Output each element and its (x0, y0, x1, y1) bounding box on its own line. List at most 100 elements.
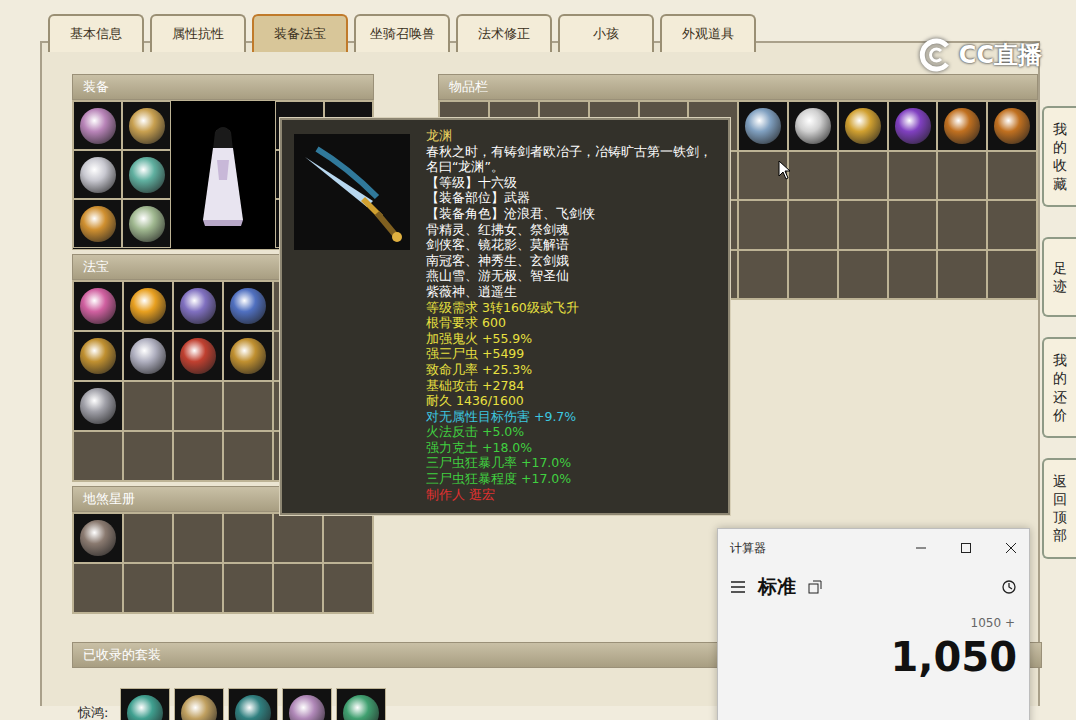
equip-slot[interactable] (122, 199, 171, 248)
inventory-slot[interactable] (987, 151, 1037, 201)
tab[interactable]: 外观道具 (660, 14, 756, 52)
sidebar-button[interactable]: 我的还价 (1042, 337, 1076, 438)
disha-slot[interactable] (173, 563, 223, 613)
equip-slot[interactable] (122, 101, 171, 150)
inventory-slot[interactable] (738, 250, 788, 300)
fabao-slot[interactable] (223, 331, 273, 381)
inventory-slot[interactable] (987, 250, 1037, 300)
equip-slot[interactable] (122, 150, 171, 199)
item-icon (80, 108, 116, 144)
inventory-slot[interactable] (888, 250, 938, 300)
inventory-slot[interactable] (788, 250, 838, 300)
logo: CC直播 (917, 38, 1042, 72)
fabao-slot[interactable] (73, 281, 123, 331)
inventory-slot[interactable] (987, 101, 1037, 151)
tab-bar: 基本信息属性抗性装备法宝坐骑召唤兽法术修正小孩外观道具 (0, 0, 1076, 41)
tooltip-line: 致命几率 +25.3% (426, 362, 712, 378)
fabao-slot[interactable] (73, 331, 123, 381)
sidebar-button[interactable]: 我的收藏 (1042, 106, 1076, 207)
disha-slot[interactable] (173, 513, 223, 563)
inventory-slot[interactable] (838, 200, 888, 250)
disha-slot[interactable] (273, 513, 323, 563)
inventory-slot[interactable] (738, 151, 788, 201)
inventory-slot[interactable] (987, 200, 1037, 250)
inventory-slot[interactable] (937, 250, 987, 300)
minimize-icon[interactable] (915, 542, 927, 554)
inventory-slot[interactable] (738, 101, 788, 151)
item-icon (129, 108, 165, 144)
inventory-slot[interactable] (788, 200, 838, 250)
tooltip-line: 春秋之时，有铸剑者欧冶子，冶铸旷古第一铁剑， (426, 144, 712, 160)
item-icon (289, 695, 325, 720)
item-icon (181, 695, 217, 720)
item-icon (895, 108, 931, 144)
item-icon (795, 108, 831, 144)
inventory-slot[interactable] (788, 101, 838, 151)
suit-item[interactable] (336, 688, 386, 720)
tooltip-line: 骨精灵、红拂女、祭剑魂 (426, 222, 712, 238)
tab[interactable]: 法术修正 (456, 14, 552, 52)
suit-item[interactable] (228, 688, 278, 720)
fabao-slot[interactable] (123, 381, 173, 431)
tab[interactable]: 属性抗性 (150, 14, 246, 52)
disha-slot[interactable] (73, 563, 123, 613)
calculator-window: 计算器 标准 1050 + 1,050 (717, 528, 1030, 720)
tab[interactable]: 小孩 (558, 14, 654, 52)
disha-slot[interactable] (323, 563, 373, 613)
disha-slot[interactable] (123, 563, 173, 613)
maximize-icon[interactable] (960, 542, 972, 554)
tooltip-line: 南冠客、神秀生、玄剑娥 (426, 253, 712, 269)
tab[interactable]: 坐骑召唤兽 (354, 14, 450, 52)
inventory-slot[interactable] (937, 151, 987, 201)
tab[interactable]: 装备法宝 (252, 14, 348, 52)
fabao-slot[interactable] (223, 431, 273, 481)
sidebar-button[interactable]: 返回顶部 (1042, 458, 1076, 559)
disha-slot[interactable] (223, 563, 273, 613)
tooltip-line: 【装备部位】武器 (426, 190, 712, 206)
fabao-slot[interactable] (223, 281, 273, 331)
item-icon (745, 108, 781, 144)
suit-item[interactable] (174, 688, 224, 720)
tab[interactable]: 基本信息 (48, 14, 144, 52)
inventory-slot[interactable] (888, 101, 938, 151)
disha-slot[interactable] (223, 513, 273, 563)
inventory-slot[interactable] (838, 151, 888, 201)
fabao-slot[interactable] (73, 381, 123, 431)
disha-slot[interactable] (323, 513, 373, 563)
fabao-slot[interactable] (173, 381, 223, 431)
fabao-slot[interactable] (173, 431, 223, 481)
fabao-slot[interactable] (223, 381, 273, 431)
inventory-slot[interactable] (788, 151, 838, 201)
suit-item[interactable] (120, 688, 170, 720)
tooltip-line: 基础攻击 +2784 (426, 378, 712, 394)
equip-slot[interactable] (73, 199, 122, 248)
menu-icon[interactable] (730, 580, 746, 594)
inventory-slot[interactable] (937, 101, 987, 151)
equip-slot[interactable] (73, 150, 122, 199)
fabao-slot[interactable] (173, 331, 223, 381)
inventory-slot[interactable] (888, 200, 938, 250)
sidebar-button[interactable]: 足迹 (1042, 237, 1076, 317)
suit-item[interactable] (282, 688, 332, 720)
inventory-slot[interactable] (838, 250, 888, 300)
fabao-slot[interactable] (73, 431, 123, 481)
fabao-slot[interactable] (123, 431, 173, 481)
disha-slot[interactable] (123, 513, 173, 563)
sword-icon (297, 137, 407, 247)
item-icon (845, 108, 881, 144)
disha-slot[interactable] (273, 563, 323, 613)
keep-on-top-icon[interactable] (808, 580, 822, 594)
inventory-slot[interactable] (937, 200, 987, 250)
history-icon[interactable] (1001, 579, 1017, 595)
inventory-slot[interactable] (888, 151, 938, 201)
inventory-slot[interactable] (838, 101, 888, 151)
fabao-slot[interactable] (123, 331, 173, 381)
inventory-slot[interactable] (738, 200, 788, 250)
equip-slot[interactable] (73, 101, 122, 150)
tooltip-line: 加强鬼火 +55.9% (426, 331, 712, 347)
tooltip-line: 强三尸虫 +5499 (426, 346, 712, 362)
fabao-slot[interactable] (173, 281, 223, 331)
disha-slot[interactable] (73, 513, 123, 563)
fabao-slot[interactable] (123, 281, 173, 331)
close-icon[interactable] (1005, 542, 1017, 554)
